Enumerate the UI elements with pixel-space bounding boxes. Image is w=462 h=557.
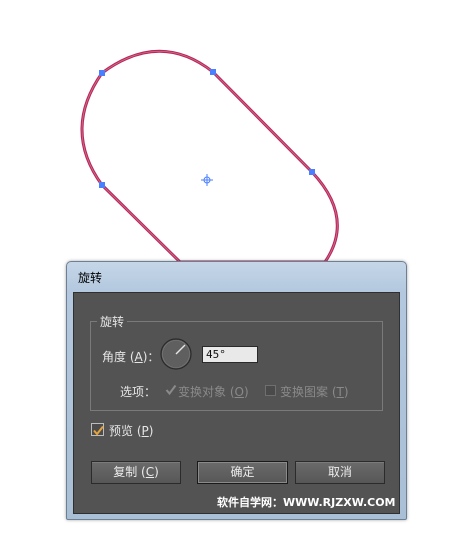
checkmark-icon: [165, 384, 177, 396]
anchor-point[interactable]: [99, 182, 105, 188]
anchor-point[interactable]: [99, 70, 105, 76]
preview-checkbox[interactable]: [91, 423, 104, 436]
path-highlight: [81, 50, 338, 262]
crosshair-icon: [201, 174, 213, 186]
rotate-dialog: 旋转 旋转 角度 (A)： 选项： 变换对象 (O) 变换图案 (T): [66, 261, 407, 520]
anchor-point[interactable]: [309, 169, 315, 175]
angle-input[interactable]: [202, 346, 258, 363]
copy-button[interactable]: 复制 (C): [91, 461, 181, 484]
dialog-body: 旋转 角度 (A)： 选项： 变换对象 (O) 变换图案 (T): [73, 292, 400, 514]
preview-label: 预览 (P): [109, 424, 154, 438]
stadium-path[interactable]: [80, 49, 339, 262]
screenshot-stage: 旋转 旋转 角度 (A)： 选项： 变换对象 (O) 变换图案 (T): [0, 0, 462, 557]
transform-objects-label: 变换对象 (O): [178, 385, 249, 399]
transform-patterns-label: 变换图案 (T): [280, 385, 349, 399]
transform-patterns-checkbox[interactable]: [265, 385, 276, 396]
angle-label: 角度 (A)：: [102, 350, 160, 364]
rotate-group-title: 旋转: [97, 313, 128, 330]
ok-button[interactable]: 确定: [197, 461, 288, 484]
anchor-point[interactable]: [210, 69, 216, 75]
checkmark-icon: [93, 425, 104, 436]
transform-objects-checkbox[interactable]: [165, 384, 177, 396]
options-label: 选项：: [120, 385, 157, 399]
angle-dial-icon[interactable]: [160, 338, 192, 370]
cancel-button[interactable]: 取消: [295, 461, 385, 484]
dialog-title: 旋转: [78, 271, 103, 285]
dialog-titlebar[interactable]: 旋转: [67, 262, 406, 290]
site-watermark: 软件自学网：WWW.RJZXW.COM: [217, 496, 396, 509]
